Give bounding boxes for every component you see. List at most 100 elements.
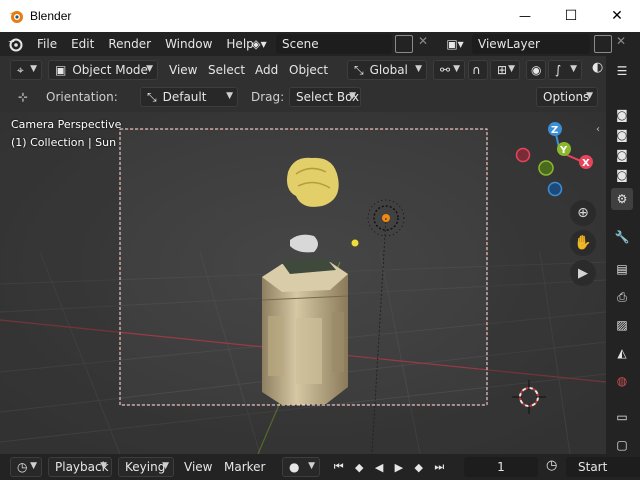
record-icon: ●: [289, 460, 300, 474]
render-camera-icon-4[interactable]: ◙: [611, 164, 633, 186]
timeline-menu-marker[interactable]: Marker: [224, 457, 265, 477]
render-properties-icon[interactable]: ▤: [611, 258, 633, 280]
editor-type-dropdown[interactable]: ⌖ ▼: [10, 60, 42, 80]
blender-menu-button[interactable]: [0, 32, 30, 56]
menu-window[interactable]: Window: [158, 32, 219, 56]
collection-label: (1) Collection | Sun: [11, 136, 117, 149]
close-button[interactable]: ✕: [594, 0, 640, 32]
transform-orientation-label: Global: [369, 63, 408, 77]
sidebar-toggle-arrow-icon[interactable]: ‹: [596, 124, 600, 135]
pan-button[interactable]: ✋: [570, 230, 596, 256]
auto-keying-toggle[interactable]: ● ▼: [282, 457, 320, 477]
output-properties-icon[interactable]: ⎙: [611, 286, 633, 308]
zoom-icon: ⊕: [577, 205, 589, 221]
playback-controls: ⏮ ◆ ◀ ▶ ◆ ⏭: [328, 457, 450, 477]
jump-end-icon[interactable]: ⏭: [434, 460, 444, 474]
world-properties-icon[interactable]: ◍: [611, 370, 633, 392]
delete-view-layer-icon[interactable]: ✕: [616, 34, 626, 48]
next-keyframe-icon[interactable]: ◆: [415, 461, 423, 474]
header-menu-view[interactable]: View: [169, 60, 197, 80]
header-menu-object[interactable]: Object: [289, 60, 328, 80]
snap-grid-icon: ⊞: [497, 63, 508, 77]
minimize-icon: —: [519, 9, 531, 23]
pedestal-object[interactable]: [261, 258, 349, 405]
options-dropdown[interactable]: Options ▼: [536, 87, 598, 107]
new-view-layer-icon[interactable]: [594, 35, 612, 53]
editor-type-icon: ⌖: [17, 62, 24, 77]
visibility-icon[interactable]: ◐: [592, 60, 603, 75]
outliner-toggle-icon[interactable]: ☰: [611, 60, 633, 82]
title-bar: Blender — ☐ ✕: [0, 0, 640, 32]
mode-label: Object Mode: [72, 63, 148, 77]
preview-range-icon[interactable]: ◷: [546, 458, 557, 473]
hand-icon: ✋: [574, 235, 592, 251]
window-title: Blender: [30, 9, 72, 23]
maximize-button[interactable]: ☐: [548, 0, 594, 32]
3d-viewport[interactable]: Z Y X Camera Perspective (1) Collection …: [0, 112, 606, 454]
orientation-gizmo-icon: ⊹: [18, 90, 29, 104]
scene-browse-button[interactable]: ◈▾: [244, 34, 274, 54]
orientation-default-icon: ⤡: [147, 89, 157, 104]
camera-perspective-label: Camera Perspective: [11, 118, 122, 131]
close-icon: ✕: [611, 8, 623, 24]
header-menu-select[interactable]: Select: [208, 60, 245, 80]
menu-render[interactable]: Render: [101, 32, 158, 56]
prev-keyframe-icon[interactable]: ◆: [355, 461, 363, 474]
start-label: Start: [578, 460, 608, 474]
gizmo-y-label: Y: [559, 145, 568, 156]
header-menu-add[interactable]: Add: [255, 60, 278, 80]
playback-dropdown[interactable]: Playback ▼: [48, 457, 112, 477]
lamp-object[interactable]: [351, 239, 359, 247]
jump-start-icon[interactable]: ⏮: [334, 460, 344, 474]
play-reverse-icon[interactable]: ◀: [375, 461, 383, 474]
drag-label: Drag:: [251, 90, 285, 104]
mode-dropdown[interactable]: ▣ Object Mode ▼: [48, 60, 158, 80]
keying-label: Keying: [125, 460, 166, 474]
current-frame-value: 1: [497, 460, 505, 474]
orientation-dropdown[interactable]: ⤡ Default ▼: [140, 87, 238, 107]
drag-dropdown[interactable]: Select Box ▼: [289, 87, 361, 107]
current-frame-field[interactable]: 1: [464, 457, 538, 477]
new-scene-icon[interactable]: [395, 35, 413, 53]
scene-name: Scene: [282, 37, 319, 51]
camera-view-button[interactable]: ▶: [570, 260, 596, 286]
view-layer-name-field[interactable]: ViewLayer: [472, 34, 590, 54]
timeline-menu-view[interactable]: View: [184, 457, 212, 477]
timeline-editor-type-dropdown[interactable]: ◷ ▼: [10, 457, 42, 477]
viewport-scene: Z Y X: [0, 112, 606, 454]
camera-icon: ▶: [578, 265, 588, 281]
tool-wrench-icon[interactable]: 🔧: [611, 226, 633, 248]
zoom-button[interactable]: ⊕: [570, 200, 596, 226]
collection-properties-icon[interactable]: ▭: [611, 406, 633, 428]
snap-toggle[interactable]: ∩: [468, 60, 488, 80]
menu-file[interactable]: File: [30, 32, 64, 56]
magnet-icon: ∩: [472, 63, 481, 77]
gizmo-x-label: X: [582, 158, 590, 169]
render-camera-icon-1[interactable]: ◙: [611, 104, 633, 126]
menu-edit[interactable]: Edit: [64, 32, 101, 56]
view-layer-properties-icon[interactable]: ▨: [611, 314, 633, 336]
falloff-curve-icon: ∫: [555, 63, 562, 77]
proportional-edit-toggle[interactable]: ◉: [526, 60, 546, 80]
keying-dropdown[interactable]: Keying ▼: [118, 457, 174, 477]
render-camera-icon-2[interactable]: ◙: [611, 124, 633, 146]
view-layer-icon: ▣▾: [446, 37, 464, 51]
scene-name-field[interactable]: Scene: [276, 34, 392, 54]
tool-tab-icon[interactable]: ⚙: [611, 188, 633, 210]
pivot-point-dropdown[interactable]: ⚯ ▼: [433, 60, 465, 80]
blender-logo-icon: [9, 11, 23, 23]
transform-orientation-dropdown[interactable]: ⤡ Global ▼: [347, 60, 427, 80]
object-properties-icon[interactable]: ▢: [611, 434, 633, 456]
render-camera-icon-3[interactable]: ◙: [611, 144, 633, 166]
scene-properties-icon[interactable]: ◭: [611, 342, 633, 364]
snap-target-dropdown[interactable]: ⊞ ▼: [490, 60, 520, 80]
maximize-icon: ☐: [564, 8, 578, 24]
falloff-dropdown[interactable]: ∫ ▼: [548, 60, 582, 80]
options-label: Options: [543, 90, 590, 104]
start-frame-field[interactable]: Start: [566, 457, 640, 477]
play-icon[interactable]: ▶: [395, 461, 403, 474]
gizmo-z-label: Z: [551, 125, 558, 136]
minimize-button[interactable]: —: [502, 0, 548, 32]
delete-scene-icon[interactable]: ✕: [418, 34, 428, 48]
view-layer-browse-button[interactable]: ▣▾: [440, 34, 470, 54]
